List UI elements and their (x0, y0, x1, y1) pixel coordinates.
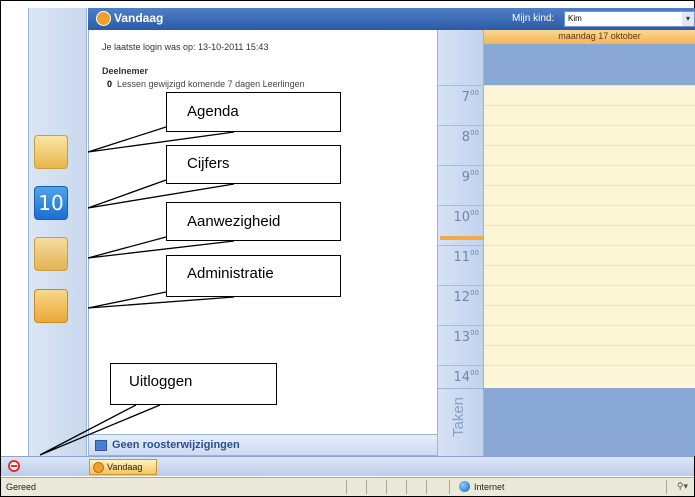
chevron-down-icon[interactable]: ▾ (682, 12, 694, 26)
day-tasks-area[interactable] (484, 388, 695, 456)
hour-label: 1400 (453, 369, 479, 385)
calendar-icon (95, 440, 107, 451)
item-label: Lessen gewijzigd komende 7 dagen Leerlin… (117, 79, 305, 89)
hour-slot: 700 (438, 85, 484, 125)
half-hour-gridline (484, 105, 695, 106)
status-text: Gereed (6, 482, 37, 492)
hour-minutes: 00 (470, 329, 479, 337)
hour-label: 1000 (453, 209, 479, 225)
hour-label: 1200 (453, 289, 479, 305)
day-header[interactable]: maandag 17 oktober (484, 30, 695, 44)
hour-minutes: 00 (470, 89, 479, 97)
cijfers-icon[interactable]: 10 (34, 186, 68, 220)
security-zone-label: Internet (474, 482, 505, 492)
statusbar-divider (666, 480, 667, 494)
hour-slot: 1300 (438, 325, 484, 365)
tasks-label: Taken (450, 396, 467, 437)
app-taskbar: Vandaag (1, 456, 694, 476)
half-hour-gridline (484, 285, 695, 286)
browser-statusbar: Gereed Internet ⚲▾ (1, 477, 694, 496)
half-hour-gridline (484, 85, 695, 86)
half-hour-gridline (484, 165, 695, 166)
kid-select-label: Mijn kind: (512, 13, 555, 24)
hour-slot: 1200 (438, 285, 484, 325)
statusbar-divider (426, 480, 427, 494)
half-hour-gridline (484, 125, 695, 126)
hour-minutes: 00 (470, 249, 479, 257)
hour-minutes: 00 (470, 369, 479, 377)
administratie-icon[interactable] (34, 289, 68, 323)
hour-label: 1300 (453, 329, 479, 345)
aanwezigheid-icon[interactable] (34, 237, 68, 271)
hour-label: 900 (461, 169, 479, 185)
hour-label: 800 (461, 129, 479, 145)
half-hour-gridline (484, 145, 695, 146)
statusbar-divider (449, 480, 450, 494)
half-hour-gridline (484, 345, 695, 346)
hour-label: 1100 (453, 249, 479, 265)
hour-slot: 800 (438, 125, 484, 165)
hour-slot: 1100 (438, 245, 484, 285)
half-hour-gridline (484, 245, 695, 246)
half-hour-gridline (484, 185, 695, 186)
zoom-icon[interactable]: ⚲▾ (677, 481, 688, 492)
logout-icon[interactable] (8, 460, 20, 472)
callout-agenda: Agenda (166, 92, 341, 132)
last-login-text: Je laatste login was op: 13-10-2011 15:4… (102, 42, 269, 52)
hour-minutes: 00 (470, 169, 479, 177)
callout-uitloggen: Uitloggen (110, 363, 277, 405)
hour-slot: 900 (438, 165, 484, 205)
hour-minutes: 00 (470, 289, 479, 297)
callout-cijfers: Cijfers (166, 145, 341, 184)
half-hour-gridline (484, 365, 695, 366)
day-grid[interactable] (484, 85, 695, 388)
kid-select-value: Kim (568, 14, 582, 23)
taskbar-tab-label: Vandaag (107, 462, 143, 472)
page-title: Vandaag (114, 11, 164, 25)
callout-aanwezigheid: Aanwezigheid (166, 202, 341, 241)
rooster-changes-bar[interactable]: Geen roosterwijzigingen (88, 434, 438, 456)
hour-label: 700 (461, 89, 479, 105)
statusbar-divider (346, 480, 347, 494)
callout-administratie: Administratie (166, 255, 341, 297)
kid-select[interactable]: Kim ▾ (564, 11, 695, 27)
item-count: 0 (107, 79, 113, 89)
home-icon (96, 11, 111, 26)
day-header-area: maandag 17 oktober (484, 30, 695, 85)
half-hour-gridline (484, 265, 695, 266)
list-item[interactable]: 0 Lessen gewijzigd komende 7 dagen Leerli… (107, 79, 305, 89)
page-header: Vandaag Mijn kind: Kim ▾ (88, 8, 695, 30)
half-hour-gridline (484, 225, 695, 226)
hour-minutes: 00 (470, 129, 479, 137)
globe-icon (459, 481, 470, 492)
half-hour-gridline (484, 305, 695, 306)
statusbar-divider (366, 480, 367, 494)
half-hour-gridline (484, 325, 695, 326)
tasks-panel[interactable]: Taken (438, 388, 484, 456)
statusbar-divider (406, 480, 407, 494)
rooster-changes-label: Geen roosterwijzigingen (112, 439, 240, 451)
agenda-icon[interactable] (34, 135, 68, 169)
half-hour-gridline (484, 205, 695, 206)
section-title: Deelnemer (102, 66, 149, 76)
current-time-marker (440, 236, 484, 240)
taskbar-tab-vandaag[interactable]: Vandaag (89, 459, 157, 475)
statusbar-divider (386, 480, 387, 494)
hour-minutes: 00 (470, 209, 479, 217)
home-icon (93, 462, 104, 473)
app-sidebar: 10 (28, 8, 87, 456)
